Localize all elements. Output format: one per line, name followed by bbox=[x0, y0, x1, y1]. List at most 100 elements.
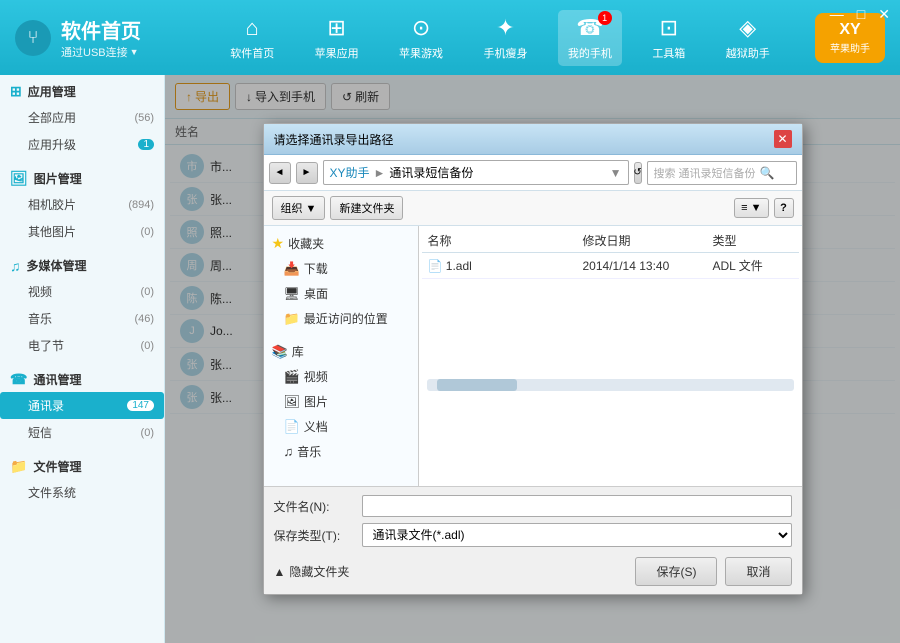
camera-roll-label: 相机胶片 bbox=[28, 196, 76, 213]
device-connection[interactable]: 通过USB连接 ▼ bbox=[61, 44, 141, 60]
sidebar-item-app-upgrade[interactable]: 应用升级 1 bbox=[0, 131, 164, 158]
music-count: (46) bbox=[134, 313, 154, 325]
col-type-header: 类型 bbox=[713, 232, 793, 249]
nav-jailbreak[interactable]: ◈ 越狱助手 bbox=[716, 10, 780, 66]
all-apps-count: (56) bbox=[134, 112, 154, 124]
view-button[interactable]: ≡ ▼ bbox=[734, 198, 768, 218]
close-button[interactable]: ✕ bbox=[873, 5, 895, 24]
file-type: ADL 文件 bbox=[713, 257, 793, 274]
tree-item-library[interactable]: 📚 库 bbox=[264, 339, 418, 364]
sidebar-item-other-photos[interactable]: 其他图片 (0) bbox=[0, 218, 164, 245]
help-icon: ? bbox=[780, 202, 787, 214]
filename-row: 文件名(N): bbox=[274, 495, 792, 517]
dialog-close-button[interactable]: ✕ bbox=[774, 130, 792, 148]
sidebar-item-video[interactable]: 视频 (0) bbox=[0, 278, 164, 305]
sidebar-item-all-apps[interactable]: 全部应用 (56) bbox=[0, 104, 164, 131]
downloads-label: 下载 bbox=[304, 260, 328, 277]
file-list-panel: 名称 修改日期 类型 📄 1.adl 2014/1/14 13:40 ADL 文… bbox=[419, 226, 802, 486]
tree-item-recent[interactable]: 📁 最近访问的位置 bbox=[264, 306, 418, 331]
nav-home[interactable]: ⌂ 软件首页 bbox=[220, 10, 284, 66]
tree-item-favorites[interactable]: ★ 收藏夹 bbox=[264, 231, 418, 256]
back-button[interactable]: ◄ bbox=[269, 162, 291, 184]
nav-slim[interactable]: ✦ 手机瘦身 bbox=[473, 10, 537, 66]
recent-label: 最近访问的位置 bbox=[304, 310, 388, 327]
filesystem-label: 文件系统 bbox=[28, 484, 76, 501]
photo-mgmt-icon: 🖼 bbox=[10, 170, 28, 187]
camera-roll-count: (894) bbox=[128, 199, 154, 211]
video-count: (0) bbox=[141, 286, 154, 298]
app-upgrade-label: 应用升级 bbox=[28, 136, 76, 153]
tree-item-docs[interactable]: 📄 义档 bbox=[264, 414, 418, 439]
forward-button[interactable]: ► bbox=[296, 162, 318, 184]
nav-jailbreak-label: 越狱助手 bbox=[726, 45, 770, 61]
nav-home-label: 软件首页 bbox=[230, 45, 274, 61]
horizontal-scrollbar[interactable] bbox=[427, 379, 794, 391]
section-comm-mgmt: ☎ 通讯管理 bbox=[0, 363, 164, 392]
breadcrumb[interactable]: XY助手 ► 通讯录短信备份 ▼ bbox=[323, 160, 629, 185]
hide-folder-toggle[interactable]: ▲ 隐藏文件夹 bbox=[274, 563, 350, 580]
favorites-icon: ★ bbox=[272, 235, 285, 252]
home-icon: ⌂ bbox=[246, 15, 259, 41]
all-apps-label: 全部应用 bbox=[28, 109, 76, 126]
tree-item-pictures[interactable]: 🖼 图片 bbox=[264, 389, 418, 414]
col-name-header: 名称 bbox=[428, 232, 583, 249]
nav-apple-apps-label: 苹果应用 bbox=[315, 45, 359, 61]
docs-icon: 📄 bbox=[284, 419, 300, 435]
tools-icon: ⊡ bbox=[660, 15, 678, 41]
nav-apple-apps[interactable]: ⊞ 苹果应用 bbox=[305, 10, 369, 66]
search-bar[interactable]: 搜索 通讯录短信备份 🔍 bbox=[647, 161, 797, 185]
sidebar-item-contacts[interactable]: 通讯录 147 bbox=[0, 392, 164, 419]
sidebar-item-filesystem[interactable]: 文件系统 bbox=[0, 479, 164, 506]
tree-item-downloads[interactable]: 📥 下载 bbox=[264, 256, 418, 281]
dialog-footer: 文件名(N): 保存类型(T): 通讯录文件(*.adl) ▲ bbox=[264, 486, 802, 594]
section-photo-mgmt: 🖼 图片管理 bbox=[0, 162, 164, 191]
nav-tools[interactable]: ⊡ 工具箱 bbox=[642, 10, 695, 66]
other-photos-count: (0) bbox=[141, 226, 154, 238]
cancel-button[interactable]: 取消 bbox=[725, 557, 791, 586]
xy-sub-label: 苹果助手 bbox=[830, 40, 870, 55]
tree-item-music[interactable]: ♫ 音乐 bbox=[264, 439, 418, 464]
minimize-button[interactable]: — bbox=[825, 5, 849, 24]
tree-item-video[interactable]: 🎬 视频 bbox=[264, 364, 418, 389]
file-row[interactable]: 📄 1.adl 2014/1/14 13:40 ADL 文件 bbox=[422, 253, 799, 279]
breadcrumb-part2: 通讯录短信备份 bbox=[389, 164, 473, 181]
refresh-breadcrumb-button[interactable]: ↺ bbox=[634, 162, 642, 184]
help-button[interactable]: ? bbox=[774, 198, 794, 218]
org-label: 组织 ▼ bbox=[281, 200, 317, 216]
dialog-nav-toolbar: ◄ ► XY助手 ► 通讯录短信备份 ▼ ↺ 搜 bbox=[264, 155, 802, 191]
nav-apple-games[interactable]: ⊙ 苹果游戏 bbox=[389, 10, 453, 66]
sidebar-item-music[interactable]: 音乐 (46) bbox=[0, 305, 164, 332]
save-button[interactable]: 保存(S) bbox=[635, 557, 717, 586]
main-area: ⊞ 应用管理 全部应用 (56) 应用升级 1 🖼 图片管理 相机胶片 (894… bbox=[0, 75, 900, 643]
maximize-button[interactable]: □ bbox=[852, 5, 870, 24]
filetype-select[interactable]: 通讯录文件(*.adl) bbox=[362, 523, 792, 547]
video-label: 视频 bbox=[28, 283, 52, 300]
dialog-titlebar: 请选择通讯录导出路径 ✕ bbox=[264, 124, 802, 155]
dropdown-arrow[interactable]: ▼ bbox=[130, 47, 139, 57]
app-upgrade-badge: 1 bbox=[138, 139, 154, 150]
sidebar-item-ringtone[interactable]: 电了节 (0) bbox=[0, 332, 164, 359]
library-icon: 📚 bbox=[272, 344, 288, 360]
sidebar-item-sms[interactable]: 短信 (0) bbox=[0, 419, 164, 446]
device-name: 软件首页 bbox=[61, 15, 141, 44]
photo-mgmt-label: 图片管理 bbox=[34, 170, 82, 187]
scrollbar-thumb[interactable] bbox=[437, 379, 517, 391]
new-folder-label: 新建文件夹 bbox=[339, 200, 394, 216]
nav-myphone[interactable]: ☎ 1 我的手机 bbox=[558, 10, 622, 66]
window-controls: — □ ✕ bbox=[825, 5, 895, 24]
tree-item-desktop[interactable]: 🖥 桌面 bbox=[264, 281, 418, 306]
filename-input[interactable] bbox=[362, 495, 792, 517]
file-icon: 📄 bbox=[428, 259, 443, 273]
sidebar-item-camera-roll[interactable]: 相机胶片 (894) bbox=[0, 191, 164, 218]
filetype-label: 保存类型(T): bbox=[274, 527, 354, 544]
new-folder-button[interactable]: 新建文件夹 bbox=[330, 196, 403, 220]
organize-button[interactable]: 组织 ▼ bbox=[272, 196, 326, 220]
desktop-label: 桌面 bbox=[304, 285, 328, 302]
dialog-overlay: 请选择通讯录导出路径 ✕ ◄ ► XY助手 ► 通讯录短信备份 ▼ bbox=[165, 75, 900, 643]
hide-folder-label: 隐藏文件夹 bbox=[289, 563, 349, 580]
hide-folder-icon: ▲ bbox=[274, 565, 286, 579]
tree-spacer bbox=[264, 331, 418, 339]
sms-count: (0) bbox=[141, 427, 154, 439]
nav-apple-games-label: 苹果游戏 bbox=[399, 45, 443, 61]
comm-mgmt-label: 通讯管理 bbox=[33, 371, 81, 388]
